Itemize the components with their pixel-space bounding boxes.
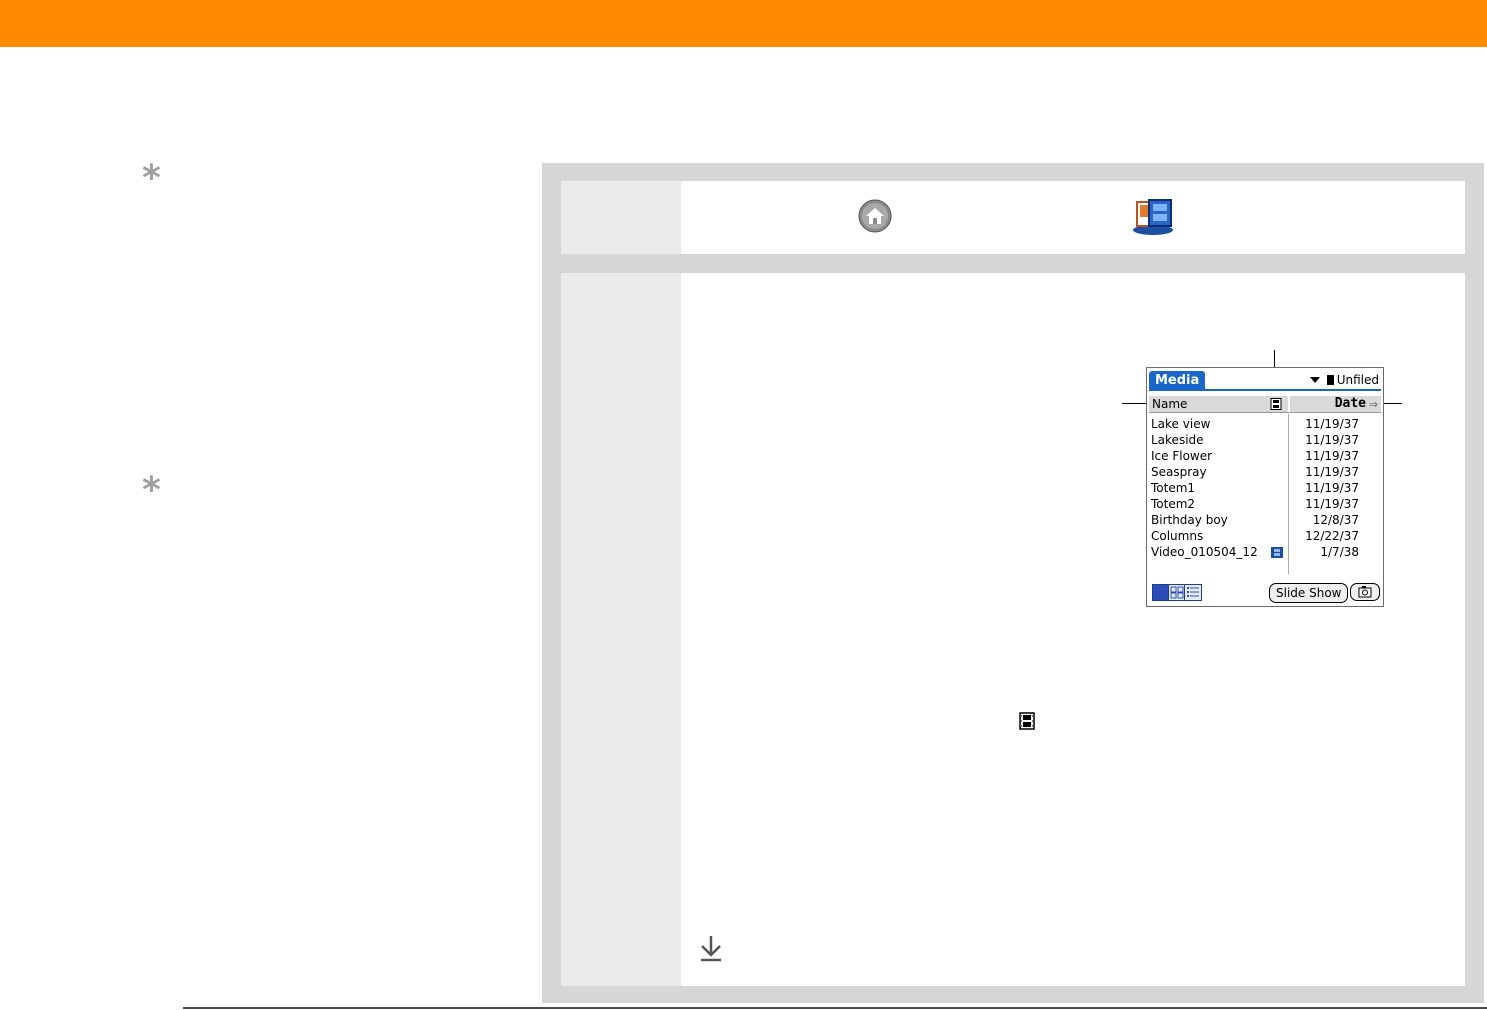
view-toggle (1152, 584, 1202, 601)
item-name: Video_010504_12 (1151, 545, 1258, 559)
item-name: Columns (1151, 529, 1204, 543)
thumbnail-view-button[interactable] (1169, 585, 1185, 600)
item-name: Lakeside (1151, 433, 1204, 447)
item-date: 12/22/37 (1305, 529, 1359, 543)
list-item[interactable]: Columns 12/22/37 (1151, 528, 1377, 544)
item-name: Lake view (1151, 417, 1211, 431)
dropdown-triangle-icon (1309, 377, 1320, 383)
list-item[interactable]: Totem2 11/19/37 (1151, 496, 1377, 512)
item-date: 11/19/37 (1305, 465, 1359, 479)
continue-arrow-icon (701, 936, 721, 962)
footer-rule (183, 1007, 1487, 1009)
list-view-button[interactable] (1185, 585, 1201, 600)
item-date: 11/19/37 (1305, 449, 1359, 463)
item-date: 11/19/37 (1305, 417, 1359, 431)
list-item[interactable]: Seaspray 11/19/37 (1151, 464, 1377, 480)
item-name: Totem1 (1151, 481, 1196, 495)
step-1 (561, 181, 1465, 254)
item-name: Totem2 (1151, 497, 1196, 511)
app-title-tab: Media (1149, 371, 1206, 390)
home-icon (858, 199, 892, 233)
media-app-screenshot: Media Unfiled Name Date ⇒ Lake view 11/19… (1146, 367, 1384, 607)
category-picker[interactable]: Unfiled (1309, 372, 1379, 388)
item-date: 12/8/37 (1312, 513, 1359, 527)
film-icon (1270, 398, 1282, 410)
header-bar (0, 0, 1487, 47)
list-item[interactable]: Birthday boy 12/8/37 (1151, 512, 1377, 528)
video-icon (1271, 547, 1283, 558)
list-item[interactable]: Lakeside 11/19/37 (1151, 432, 1377, 448)
tip-asterisk-icon: * (142, 158, 161, 199)
step-number-cell (561, 181, 681, 254)
media-list: Lake view 11/19/37 Lakeside 11/19/37 Ice Flo… (1151, 416, 1377, 560)
date-column-header[interactable]: Date (1335, 396, 1366, 411)
media-app-icon (1133, 199, 1173, 235)
category-label: Unfiled (1336, 373, 1379, 387)
grid-icon (1170, 586, 1184, 599)
item-name: Seaspray (1151, 465, 1207, 479)
column-separator (1288, 396, 1290, 412)
app-bottom-bar: Slide Show (1147, 581, 1383, 605)
list-item[interactable]: Video_010504_12 1/7/38 (1151, 544, 1377, 560)
slide-show-button[interactable]: Slide Show (1269, 583, 1349, 603)
step-number-cell (561, 273, 681, 986)
camera-icon (1358, 586, 1372, 598)
film-icon (1019, 712, 1035, 730)
sort-arrow-icon[interactable]: ⇒ (1369, 398, 1378, 411)
tip-asterisk-icon: * (142, 470, 161, 511)
item-name: Ice Flower (1151, 449, 1213, 463)
item-date: 11/19/37 (1305, 497, 1359, 511)
item-date: 11/19/37 (1305, 433, 1359, 447)
single-view-button[interactable] (1153, 585, 1169, 600)
name-column-header[interactable]: Name (1152, 397, 1187, 411)
item-date: 11/19/37 (1305, 481, 1359, 495)
category-icon (1326, 375, 1334, 385)
list-item[interactable]: Totem1 11/19/37 (1151, 480, 1377, 496)
item-name: Birthday boy (1151, 513, 1228, 527)
item-date: 1/7/38 (1320, 545, 1359, 559)
list-item[interactable]: Ice Flower 11/19/37 (1151, 448, 1377, 464)
list-icon (1187, 587, 1199, 597)
camera-button[interactable] (1350, 583, 1380, 601)
list-header: Name Date ⇒ (1149, 396, 1381, 413)
title-rule (1149, 389, 1381, 391)
app-title-bar: Media Unfiled (1147, 368, 1383, 390)
list-item[interactable]: Lake view 11/19/37 (1151, 416, 1377, 432)
